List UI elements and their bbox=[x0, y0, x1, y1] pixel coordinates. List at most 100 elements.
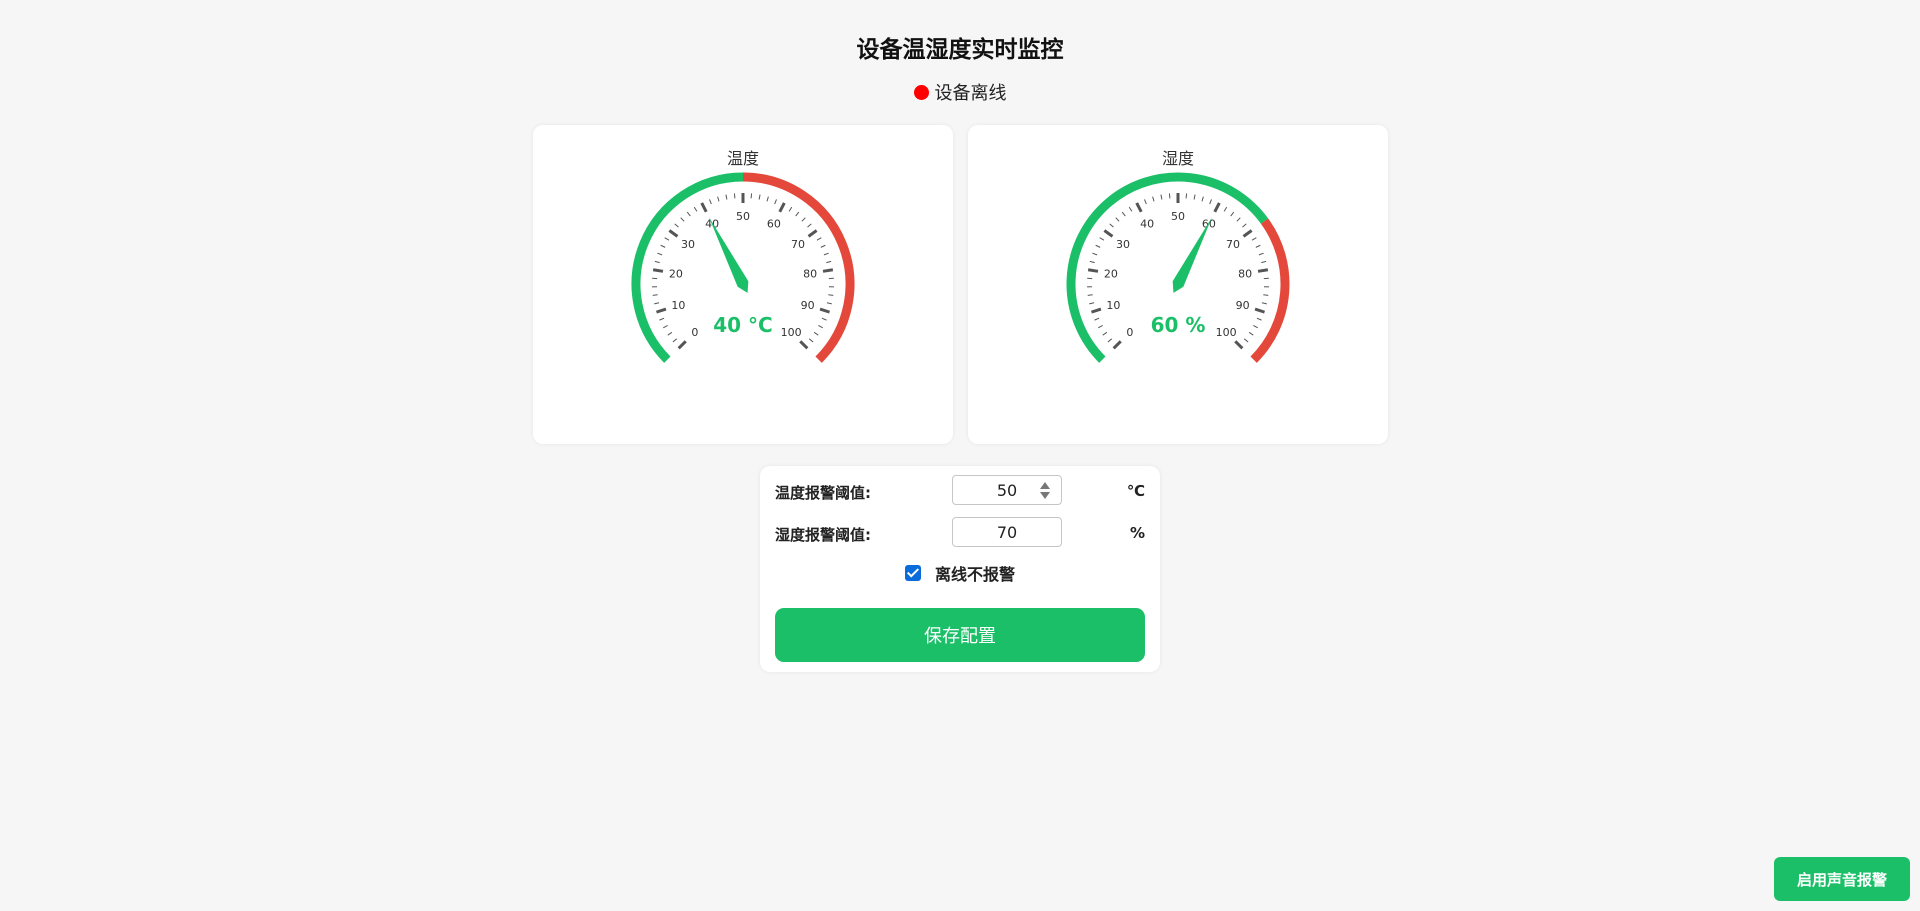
humidity-tick bbox=[1223, 206, 1228, 212]
humidity-tick bbox=[1095, 244, 1101, 248]
temperature-tick bbox=[799, 340, 809, 350]
humidity-tick bbox=[1115, 217, 1120, 222]
temperature-tick bbox=[788, 206, 793, 212]
humidity-tick bbox=[1248, 331, 1254, 336]
temperature-tick bbox=[654, 302, 660, 305]
temperature-tick bbox=[693, 206, 698, 212]
temperature-tick-label: 50 bbox=[736, 210, 750, 223]
temperature-tick bbox=[672, 338, 678, 343]
humidity-card: 湿度 010203040506070809010060 % bbox=[968, 125, 1388, 444]
temperature-tick-label: 30 bbox=[681, 238, 695, 251]
temp-threshold-input[interactable]: 50 bbox=[952, 475, 1062, 505]
humidity-tick bbox=[1251, 237, 1257, 241]
humidity-tick bbox=[1201, 196, 1204, 202]
humidity-tick-label: 40 bbox=[1140, 217, 1154, 230]
hum-threshold-value: 70 bbox=[996, 522, 1018, 542]
humidity-tick bbox=[1255, 244, 1261, 248]
temperature-tick bbox=[821, 317, 827, 321]
hum-threshold-label: 湿度报警阈值: bbox=[775, 526, 871, 544]
temperature-tick-label: 0 bbox=[691, 326, 698, 339]
temperature-tick bbox=[826, 302, 832, 305]
humidity-tick bbox=[1121, 211, 1126, 217]
humidity-tick bbox=[1160, 194, 1163, 200]
humidity-tick-label: 50 bbox=[1171, 210, 1185, 223]
number-spinner-icon[interactable] bbox=[1039, 481, 1051, 501]
temperature-tick bbox=[820, 244, 826, 248]
humidity-tick bbox=[1258, 252, 1264, 256]
humidity-tick bbox=[1193, 194, 1196, 200]
humidity-tick bbox=[1099, 237, 1105, 241]
temp-unit: ℃ bbox=[1126, 482, 1145, 500]
humidity-tick bbox=[1230, 211, 1235, 217]
temperature-tick bbox=[663, 324, 668, 329]
humidity-tick bbox=[1135, 202, 1143, 213]
humidity-tick bbox=[1234, 340, 1244, 350]
humidity-tick bbox=[1152, 196, 1155, 202]
temperature-tick bbox=[807, 229, 818, 238]
humidity-tick-label: 30 bbox=[1116, 238, 1130, 251]
hum-threshold-input[interactable]: 70 bbox=[952, 517, 1062, 547]
humidity-tick bbox=[1103, 229, 1114, 238]
humidity-tick bbox=[1094, 317, 1100, 321]
humidity-tick-label: 80 bbox=[1238, 267, 1252, 280]
humidity-tick bbox=[1261, 260, 1267, 264]
config-panel: 温度报警阈值: 50 ℃ 湿度报警阈值: 70 % 离线不报警 保存配置 bbox=[760, 466, 1160, 672]
temperature-tick bbox=[677, 340, 687, 350]
temperature-tick bbox=[801, 217, 806, 222]
humidity-tick bbox=[1213, 202, 1221, 213]
status-dot-icon bbox=[913, 84, 929, 100]
offline-no-alarm-checkbox[interactable] bbox=[904, 565, 921, 581]
temperature-tick bbox=[758, 194, 761, 200]
humidity-tick bbox=[1253, 324, 1258, 329]
temperature-value-text: 40 °C bbox=[713, 313, 772, 337]
temperature-tick-label: 60 bbox=[767, 217, 781, 230]
temperature-tick bbox=[668, 229, 679, 238]
humidity-tick bbox=[1209, 199, 1212, 205]
humidity-tick bbox=[1257, 268, 1269, 273]
humidity-tick-label: 0 bbox=[1126, 326, 1133, 339]
temperature-tick-label: 70 bbox=[791, 238, 805, 251]
humidity-tick bbox=[1144, 199, 1147, 205]
humidity-tick bbox=[1087, 268, 1099, 273]
temperature-tick bbox=[816, 237, 822, 241]
temperature-tick-label: 10 bbox=[671, 299, 685, 312]
humidity-tick bbox=[1087, 294, 1093, 296]
temperature-tick bbox=[774, 199, 777, 205]
humidity-gauge: 010203040506070809010060 % bbox=[1066, 172, 1290, 363]
humidity-tick bbox=[1254, 307, 1266, 314]
humidity-tick bbox=[1236, 217, 1241, 222]
temperature-tick bbox=[686, 211, 691, 217]
temperature-tick bbox=[828, 294, 834, 296]
temperature-tick bbox=[652, 268, 664, 273]
enable-sound-alarm-button[interactable]: 启用声音报警 bbox=[1774, 857, 1910, 901]
humidity-tick bbox=[1098, 324, 1103, 329]
temperature-tick bbox=[795, 211, 800, 217]
humidity-tick bbox=[1102, 331, 1108, 336]
humidity-tick bbox=[1261, 302, 1267, 305]
humidity-tick bbox=[1112, 340, 1122, 350]
temperature-tick bbox=[823, 252, 829, 256]
humidity-tick bbox=[1107, 338, 1113, 343]
save-config-button[interactable]: 保存配置 bbox=[775, 608, 1145, 662]
offline-no-alarm-row: 离线不报警 bbox=[760, 561, 1160, 585]
humidity-tick bbox=[1090, 307, 1102, 314]
temperature-tick bbox=[807, 223, 812, 228]
temperature-tick bbox=[808, 338, 814, 343]
offline-no-alarm-label: 离线不报警 bbox=[934, 565, 1015, 584]
humidity-tick-label: 10 bbox=[1106, 299, 1120, 312]
humidity-needle bbox=[1172, 217, 1213, 293]
temp-threshold-label: 温度报警阈值: bbox=[775, 484, 871, 502]
temperature-tick bbox=[700, 202, 708, 213]
temperature-tick-label: 100 bbox=[781, 326, 802, 339]
temperature-tick bbox=[709, 199, 712, 205]
temperature-tick bbox=[664, 237, 670, 241]
humidity-tick-label: 20 bbox=[1104, 267, 1118, 280]
temperature-tick bbox=[717, 196, 720, 202]
temperature-tick bbox=[822, 268, 834, 273]
humidity-tick bbox=[1109, 223, 1114, 228]
temperature-tick bbox=[818, 324, 823, 329]
humidity-tick-label: 70 bbox=[1226, 238, 1240, 251]
humidity-value-text: 60 % bbox=[1151, 313, 1206, 337]
temperature-tick bbox=[813, 331, 819, 336]
temperature-tick bbox=[655, 307, 667, 314]
